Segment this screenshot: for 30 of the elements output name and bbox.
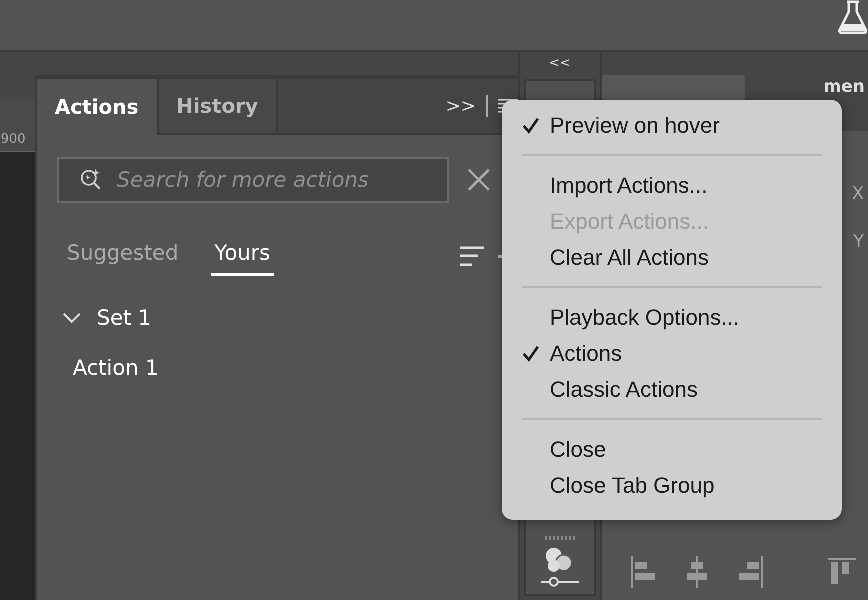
field-label: X [852, 184, 864, 204]
align-left-icon[interactable] [630, 556, 658, 588]
chevron-down-icon[interactable] [63, 312, 81, 324]
collapse-button[interactable]: << [549, 56, 571, 71]
search-field[interactable]: Search for more actions [115, 167, 447, 193]
sort-icon[interactable] [460, 246, 484, 267]
flask-icon[interactable] [838, 0, 868, 34]
align-right-icon[interactable] [736, 556, 764, 588]
checkmark-icon [522, 345, 540, 363]
panel-tab[interactable]: History [158, 79, 278, 135]
menu-item[interactable]: Clear All Actions [522, 240, 822, 276]
search-field[interactable]: Search for more actions [57, 157, 449, 203]
menu-item[interactable]: Playback Options... [522, 300, 822, 336]
expand-button[interactable]: >> [446, 96, 476, 116]
menu-item[interactable]: Close Tab Group [522, 468, 822, 504]
ruler-label: 900 [1, 132, 26, 147]
menu-item[interactable]: Preview on hover [522, 108, 822, 144]
menu-item[interactable]: Classic Actions [522, 372, 822, 408]
align-center-icon[interactable] [686, 556, 708, 588]
close-icon[interactable] [467, 168, 491, 192]
menu-item[interactable]: Import Actions... [522, 168, 822, 204]
set-label[interactable]: Set 1 [97, 306, 152, 330]
align-top-icon[interactable] [828, 558, 856, 586]
checkmark-icon [522, 117, 540, 135]
panel-tab[interactable]: Actions [37, 79, 159, 135]
sub-tab[interactable]: Yours [210, 237, 274, 276]
menu-item[interactable]: Actions [522, 336, 822, 372]
menu-item[interactable]: Close [522, 432, 822, 468]
field-label: Y [854, 232, 864, 252]
action-label[interactable]: Action 1 [73, 356, 159, 380]
